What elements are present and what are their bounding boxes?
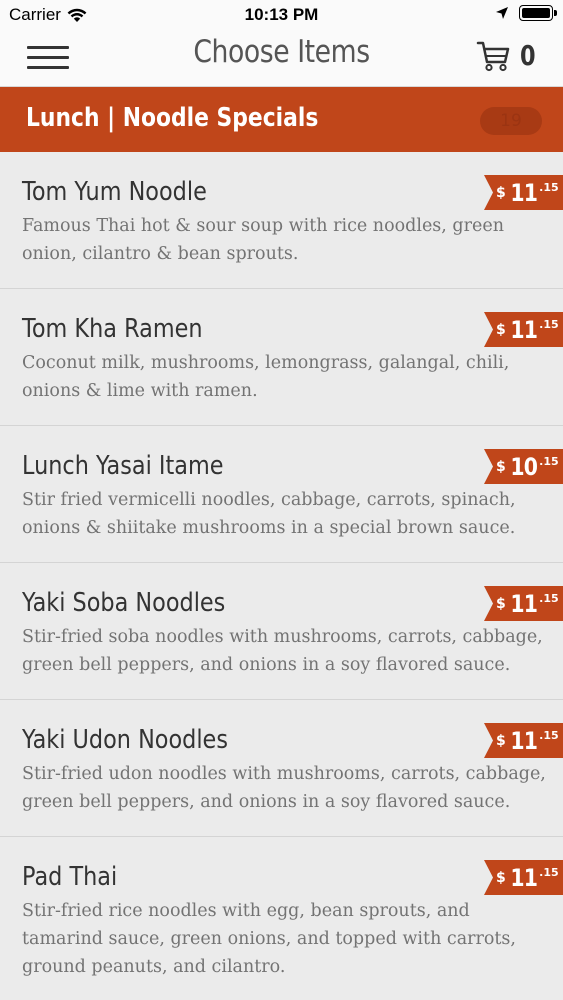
price-currency: $ bbox=[496, 321, 506, 338]
price-tag: $ 11 .15 bbox=[484, 312, 563, 347]
item-name: Yaki Udon Noodles bbox=[22, 725, 228, 755]
price-dollars: 11 bbox=[510, 315, 538, 344]
status-time: 10:13 PM bbox=[244, 5, 319, 24]
item-name: Tom Kha Ramen bbox=[22, 314, 203, 344]
price-tag: $ 11 .15 bbox=[484, 723, 563, 758]
item-description: Famous Thai hot & sour soup with rice no… bbox=[22, 216, 504, 264]
item-name: Tom Yum Noodle bbox=[22, 177, 207, 207]
price-cents: .15 bbox=[539, 455, 559, 468]
menu-item-list: Tom Yum Noodle Famous Thai hot & sour so… bbox=[0, 152, 563, 1000]
menu-item[interactable]: Tom Kha Ramen Coconut milk, mushrooms, l… bbox=[0, 289, 563, 426]
price-currency: $ bbox=[496, 595, 506, 612]
battery-icon bbox=[519, 5, 557, 21]
menu-item[interactable]: Yaki Udon Noodles Stir-fried udon noodle… bbox=[0, 700, 563, 837]
menu-item[interactable]: Pad Thai Stir-fried rice noodles with eg… bbox=[0, 837, 563, 1000]
item-description: Stir-fried rice noodles with egg, bean s… bbox=[22, 901, 516, 977]
price-tag: $ 11 .15 bbox=[484, 586, 563, 621]
item-description: Stir fried vermicelli noodles, cabbage, … bbox=[22, 490, 516, 538]
menu-item[interactable]: Lunch Yasai Itame Stir fried vermicelli … bbox=[0, 426, 563, 563]
price-dollars: 11 bbox=[510, 178, 538, 207]
menu-item[interactable]: Yaki Soba Noodles Stir-fried soba noodle… bbox=[0, 563, 563, 700]
price-currency: $ bbox=[496, 458, 506, 475]
category-title: Lunch | Noodle Specials bbox=[26, 103, 319, 133]
category-header: Lunch | Noodle Specials 19 bbox=[0, 87, 563, 152]
status-right bbox=[495, 5, 557, 21]
price-dollars: 10 bbox=[510, 452, 538, 481]
price-tag: $ 10 .15 bbox=[484, 449, 563, 484]
price-dollars: 11 bbox=[510, 863, 538, 892]
item-description: Stir-fried udon noodles with mushrooms, … bbox=[22, 764, 546, 812]
page-title: Choose Items bbox=[193, 34, 370, 70]
price-cents: .15 bbox=[539, 181, 559, 194]
price-tag: $ 11 .15 bbox=[484, 175, 563, 210]
price-tag: $ 11 .15 bbox=[484, 860, 563, 895]
item-name: Yaki Soba Noodles bbox=[22, 588, 226, 618]
price-dollars: 11 bbox=[510, 589, 538, 618]
price-dollars: 11 bbox=[510, 726, 538, 755]
status-bar: Carrier 10:13 PM bbox=[0, 0, 563, 30]
menu-item[interactable]: Tom Yum Noodle Famous Thai hot & sour so… bbox=[0, 152, 563, 289]
price-cents: .15 bbox=[539, 318, 559, 331]
price-cents: .15 bbox=[539, 592, 559, 605]
item-name: Lunch Yasai Itame bbox=[22, 451, 224, 481]
battery-fill bbox=[522, 8, 550, 18]
price-currency: $ bbox=[496, 732, 506, 749]
cart-count: 0 bbox=[519, 39, 536, 72]
price-cents: .15 bbox=[539, 866, 559, 879]
nav-bar: Choose Items 0 bbox=[0, 30, 563, 87]
shopping-cart-icon bbox=[476, 41, 509, 71]
price-currency: $ bbox=[496, 869, 506, 886]
item-description: Stir-fried soba noodles with mushrooms, … bbox=[22, 627, 543, 675]
item-description: Coconut milk, mushrooms, lemongrass, gal… bbox=[22, 353, 510, 401]
price-cents: .15 bbox=[539, 729, 559, 742]
cart-button[interactable]: 0 bbox=[476, 39, 537, 72]
location-arrow-icon bbox=[496, 7, 508, 19]
price-currency: $ bbox=[496, 184, 506, 201]
category-count-badge: 19 bbox=[480, 107, 542, 135]
item-name: Pad Thai bbox=[22, 862, 118, 892]
